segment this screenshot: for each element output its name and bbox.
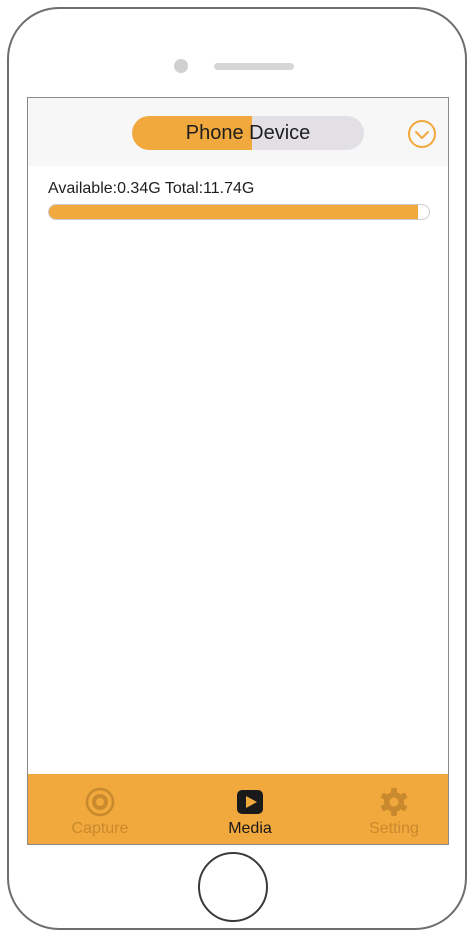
- tab-setting[interactable]: Setting: [334, 774, 448, 844]
- gear-icon: [378, 786, 410, 818]
- top-bar: Phone Device: [28, 98, 448, 166]
- home-button[interactable]: [198, 852, 268, 922]
- tab-capture[interactable]: Capture: [40, 774, 160, 844]
- bottom-tab-bar: Capture Media Setting: [28, 774, 448, 844]
- storage-source-toggle[interactable]: Phone Device: [132, 116, 364, 150]
- camera-lens-icon: [84, 786, 116, 818]
- tab-setting-label: Setting: [369, 820, 419, 837]
- storage-progress-fill: [49, 205, 418, 219]
- storage-progress-bar: [48, 204, 430, 220]
- check-circle-icon[interactable]: [406, 118, 438, 150]
- tab-media-label: Media: [228, 820, 272, 837]
- tab-capture-label: Capture: [71, 820, 129, 837]
- play-icon: [234, 786, 266, 818]
- phone-frame: Phone Device Available:0.34G Total:11.74…: [7, 7, 467, 930]
- tab-media[interactable]: Media: [190, 774, 310, 844]
- front-camera: [174, 59, 188, 73]
- segment-label: Phone Device: [185, 122, 311, 144]
- storage-info-text: Available:0.34G Total:11.74G: [48, 180, 255, 197]
- app-screen: Phone Device Available:0.34G Total:11.74…: [27, 97, 449, 845]
- earpiece-speaker: [214, 63, 294, 70]
